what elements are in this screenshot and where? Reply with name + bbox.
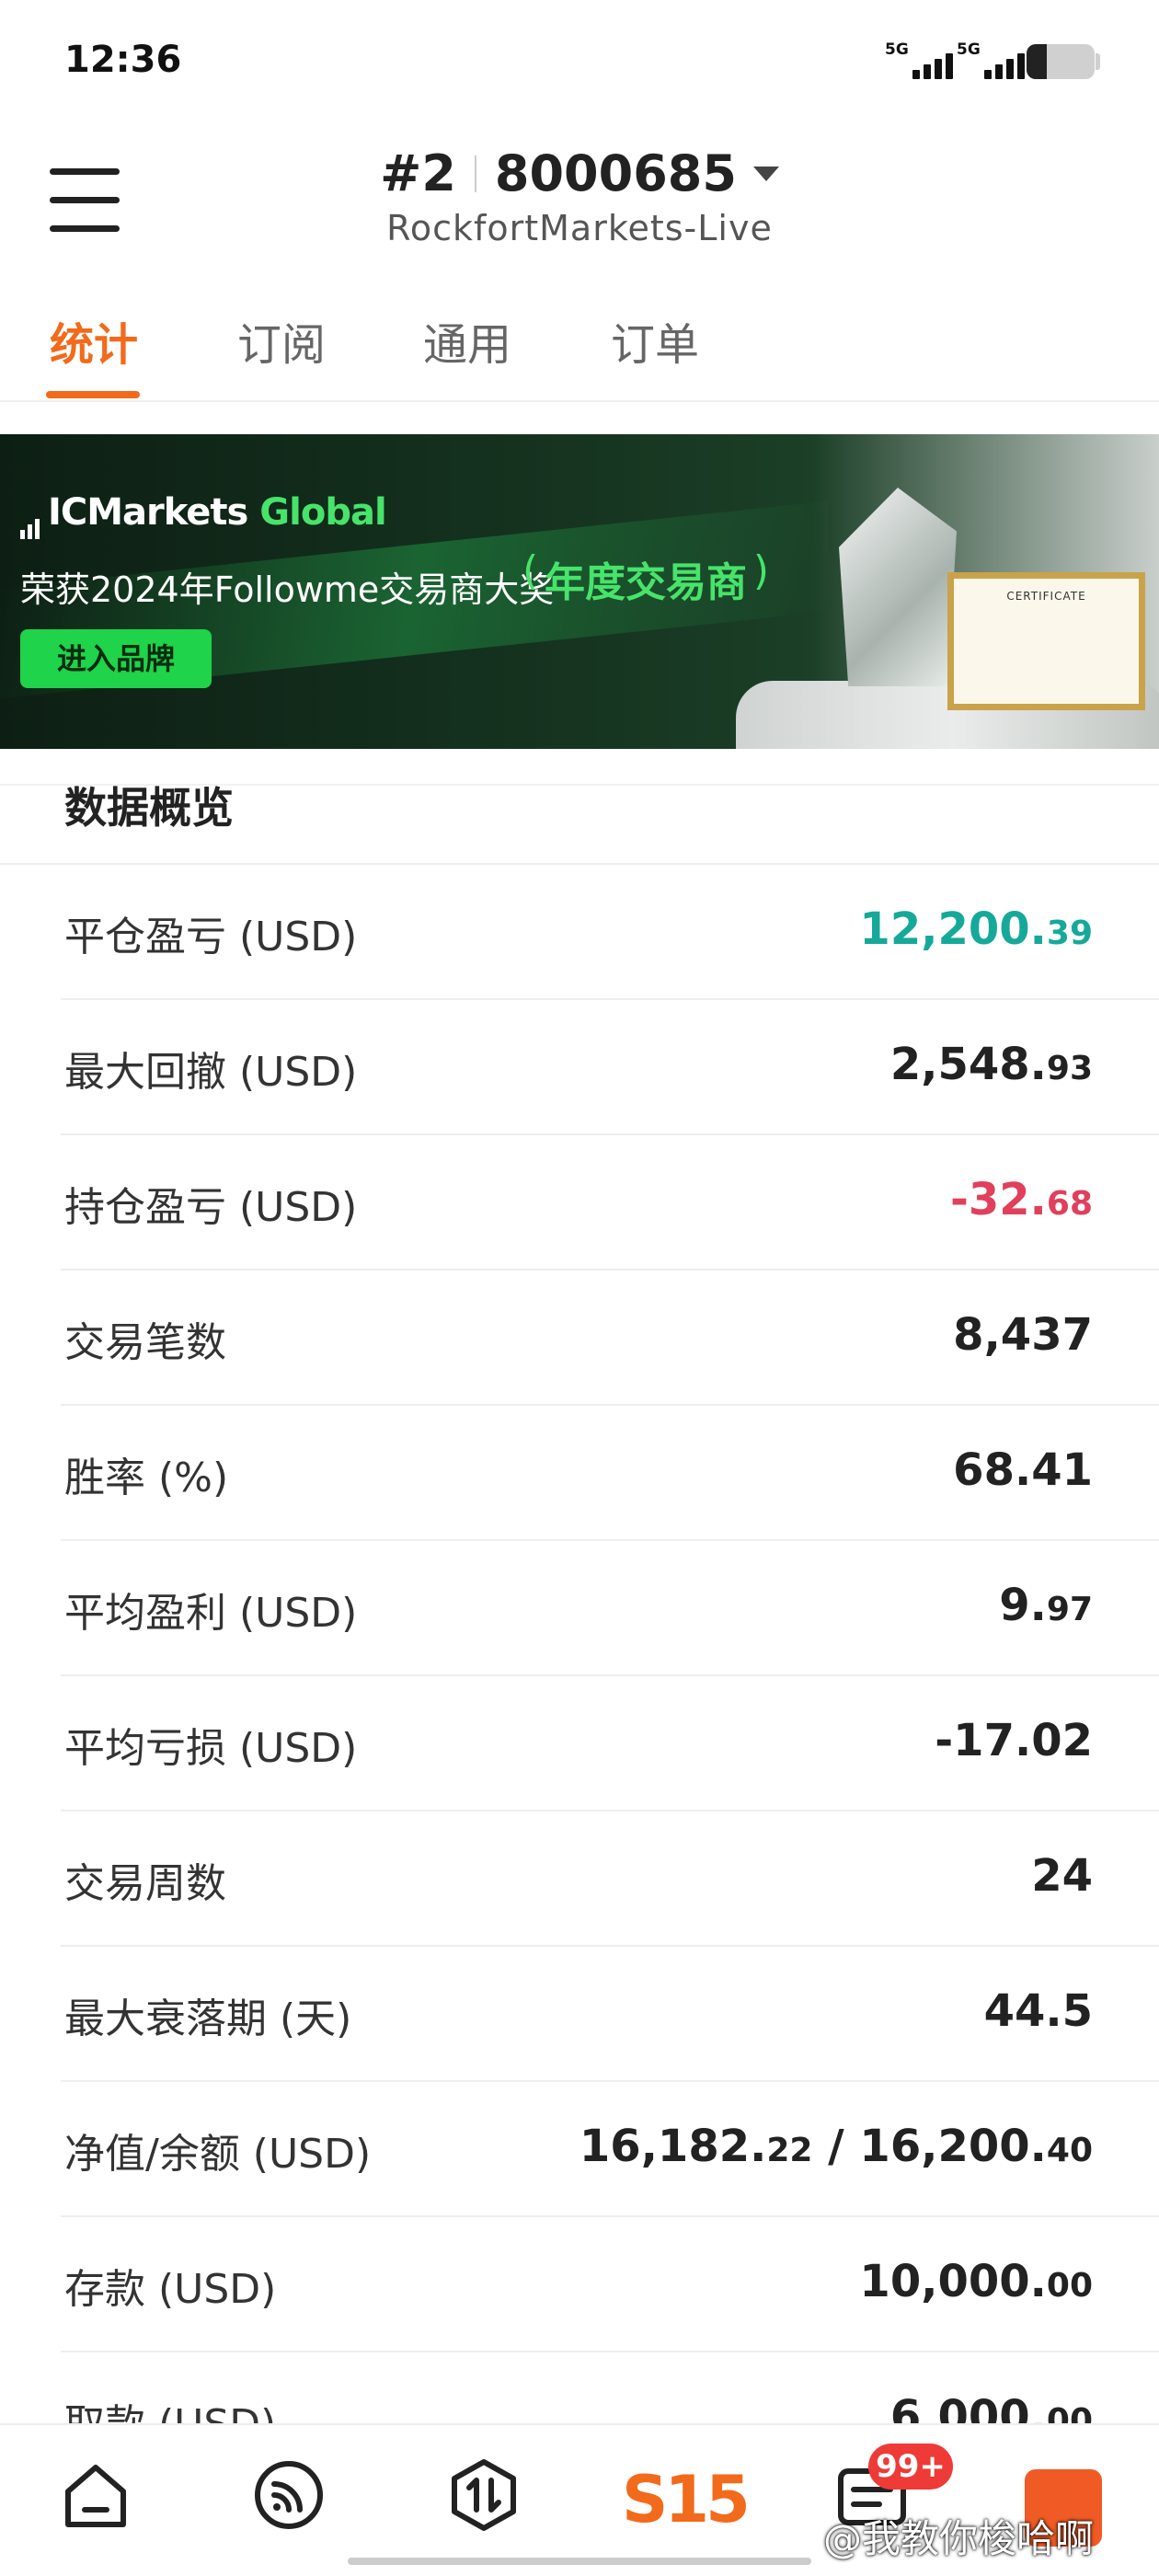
award-text: 荣获2024年Followme交易商大奖	[20, 569, 555, 610]
stat-value: 10,000.00	[859, 2256, 1093, 2307]
account-selector[interactable]: #2 8000685 RockfortMarkets-Live	[0, 144, 1159, 248]
stat-value: -32.68	[950, 1174, 1093, 1225]
stat-value: 2,548.93	[890, 1039, 1093, 1090]
tab-subscription[interactable]: 订阅	[237, 308, 326, 373]
stat-label: 最大衰落期 (天)	[64, 1995, 352, 2042]
stat-label: 平仓盈亏 (USD)	[64, 914, 358, 960]
battery-tip	[1096, 53, 1100, 70]
active-tab-indicator	[46, 391, 140, 398]
stat-row: 平仓盈亏 (USD) 12,200.39	[61, 865, 1159, 1000]
stat-value-part: 9.	[999, 1580, 1047, 1631]
stat-label: 净值/余额 (USD)	[64, 2131, 372, 2178]
caret-down-icon[interactable]	[752, 166, 779, 181]
stat-value-part: 24	[1031, 1850, 1093, 1902]
stat-value-part: 00	[1046, 2267, 1093, 2305]
stat-row: 胜率 (%) 68.41	[61, 1406, 1159, 1541]
battery-icon	[1027, 44, 1095, 79]
stat-value-part: 97	[1046, 1591, 1093, 1628]
stat-row: 最大衰落期 (天) 44.5	[61, 1947, 1159, 2082]
tab-bar: 统计 订阅 通用 订单	[0, 281, 1159, 402]
brand-logo: ICMarkets Global	[48, 491, 387, 534]
stat-label: 平均盈利 (USD)	[64, 1590, 358, 1637]
network-label: 5G	[885, 40, 909, 59]
stat-row: 存款 (USD) 10,000.00	[61, 2217, 1159, 2352]
stat-value-part: -17.02	[935, 1715, 1093, 1766]
stat-value-part: 12,200.	[859, 903, 1047, 955]
tab-statistics[interactable]: 统计	[50, 308, 138, 373]
watermark: @我教你梭哈啊	[823, 2516, 1095, 2561]
stat-label: 持仓盈亏 (USD)	[64, 1184, 358, 1231]
network-label-2: 5G	[957, 40, 981, 59]
notification-badge: 99+	[868, 2444, 953, 2490]
tab-orders[interactable]: 订单	[611, 308, 699, 373]
status-time: 12:36	[64, 39, 182, 81]
stat-value: -17.02	[935, 1715, 1093, 1766]
stat-value-part: 8,437	[953, 1309, 1093, 1361]
stat-row: 最大回撤 (USD) 2,548.93	[61, 1000, 1159, 1135]
stat-value-part: -32.	[949, 1174, 1047, 1225]
stat-row: 交易周数 24	[61, 1811, 1159, 1947]
promo-banner[interactable]: ICMarkets Global 荣获2024年Followme交易商大奖 年度…	[0, 434, 1159, 749]
feed-icon[interactable]	[252, 2458, 326, 2532]
award-badge: 年度交易商	[522, 547, 769, 608]
trade-icon[interactable]	[447, 2458, 521, 2532]
stat-row: 平均盈利 (USD) 9.97	[61, 1541, 1159, 1676]
stats-list: 平仓盈亏 (USD) 12,200.39 最大回撤 (USD) 2,548.93 持仓盈…	[0, 865, 1159, 2488]
enter-brand-button[interactable]: 进入品牌	[20, 629, 212, 688]
stat-row: 平均亏损 (USD) -17.02	[61, 1676, 1159, 1811]
bottom-nav: S15 99+ @我教你梭哈啊	[0, 2423, 1159, 2576]
stat-value-part: 44.5	[983, 1985, 1093, 2037]
stat-value-part: 10,000.	[859, 2256, 1047, 2307]
stat-label: 交易周数	[64, 1860, 226, 1907]
server-name: RockfortMarkets-Live	[386, 208, 773, 248]
stat-value-part: 40	[1046, 2132, 1093, 2169]
stat-value: 44.5	[984, 1985, 1093, 2037]
signal-icon: 5G	[885, 40, 958, 79]
stat-value-part: 68	[1046, 1185, 1093, 1223]
s15-logo[interactable]: S15	[622, 2462, 751, 2537]
stat-label: 平均亏损 (USD)	[64, 1725, 358, 1772]
stat-label: 最大回撤 (USD)	[64, 1049, 358, 1096]
account-index: #2	[380, 144, 456, 202]
stat-label: 交易笔数	[64, 1319, 226, 1366]
home-icon[interactable]	[59, 2458, 132, 2532]
status-bar: 12:36 5G 5G	[0, 0, 1159, 124]
account-number: 8000685	[494, 144, 737, 202]
stat-value: 16,182.22 / 16,200.40	[580, 2121, 1093, 2172]
certificate-image: CERTIFICATE	[947, 572, 1145, 710]
trophy-icon	[839, 488, 957, 686]
stat-row: 净值/余额 (USD) 16,182.22 / 16,200.40	[61, 2082, 1159, 2217]
stat-value: 24	[1031, 1850, 1093, 1902]
stat-value: 12,200.39	[859, 903, 1093, 955]
account-header: #2 8000685 RockfortMarkets-Live	[0, 124, 1159, 281]
section-title: 数据概览	[64, 783, 234, 833]
tab-general[interactable]: 通用	[423, 308, 511, 373]
stat-value-part: 2,548.	[889, 1039, 1047, 1090]
stat-label: 胜率 (%)	[64, 1455, 229, 1501]
stat-row: 交易笔数 8,437	[61, 1271, 1159, 1406]
stat-value-part: / 16,200.	[812, 2121, 1047, 2172]
stat-value: 9.97	[999, 1580, 1093, 1631]
stat-label: 存款 (USD)	[64, 2266, 277, 2313]
stat-value-part: 39	[1046, 914, 1093, 952]
stat-value: 8,437	[953, 1309, 1093, 1361]
stat-value-part: 68.41	[953, 1444, 1093, 1496]
stat-value-part: 16,182.	[579, 2121, 767, 2172]
stat-row: 持仓盈亏 (USD) -32.68	[61, 1135, 1159, 1271]
stat-value-part: 93	[1046, 1050, 1093, 1087]
stat-value-part: 22	[766, 2132, 813, 2169]
stat-value: 68.41	[953, 1444, 1093, 1496]
signal-icon-2: 5G	[957, 40, 1030, 79]
home-indicator[interactable]	[348, 2558, 811, 2565]
